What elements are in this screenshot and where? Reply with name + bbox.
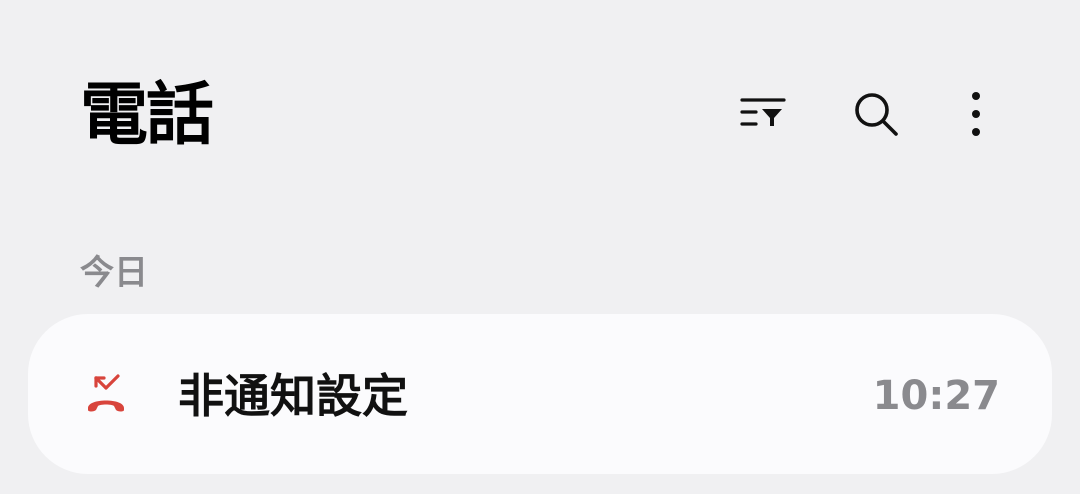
- search-icon: [855, 93, 898, 136]
- call-log-card: 非通知設定 10:27: [28, 314, 1052, 474]
- more-vert-icon: [972, 92, 980, 136]
- more-options-button[interactable]: [944, 82, 1008, 146]
- filter-icon: [740, 98, 786, 126]
- search-button[interactable]: [844, 82, 908, 146]
- section-header-today: 今日: [80, 253, 148, 293]
- toolbar: [0, 82, 1080, 146]
- filter-button[interactable]: [730, 82, 794, 146]
- call-time: 10:27: [872, 373, 1000, 419]
- phone-app-screen: 電話 今日 非通知設定 10:27: [0, 0, 1080, 494]
- caller-name: 非通知設定: [178, 369, 408, 423]
- call-log-item[interactable]: 非通知設定 10:27: [28, 314, 1052, 474]
- call-rejected-icon: [88, 374, 124, 412]
